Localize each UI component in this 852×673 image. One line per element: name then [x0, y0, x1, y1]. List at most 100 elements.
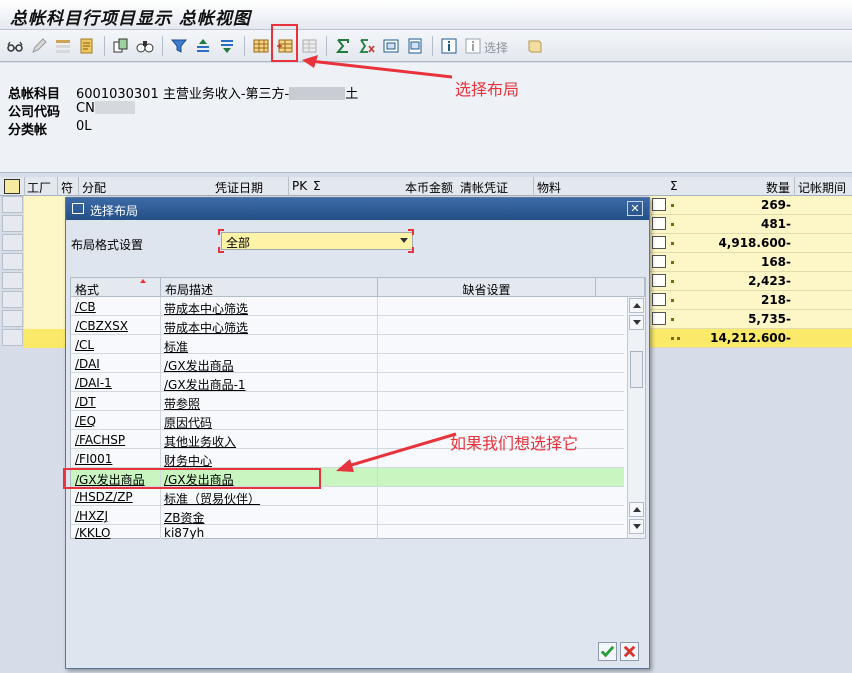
col-assignment[interactable]: 分配 — [82, 179, 106, 196]
table-row[interactable]: /HSDZ/ZP 标准（贸易伙伴） — [71, 487, 624, 506]
row-format[interactable]: /EQ — [75, 414, 96, 428]
row-description[interactable]: 原因代码 — [164, 414, 212, 431]
row-format[interactable]: /DAI-1 — [75, 376, 112, 390]
header-format[interactable]: 格式 — [71, 278, 161, 297]
table-row[interactable]: /DAI-1/GX发出商品-1 — [71, 373, 624, 392]
row-selector[interactable] — [2, 196, 23, 213]
dialog-titlebar[interactable]: 选择布局 ✕ — [66, 198, 649, 220]
row-description[interactable]: 标准 — [164, 338, 188, 355]
list-icon[interactable] — [54, 37, 72, 55]
layout-toggle-icon[interactable] — [4, 179, 20, 194]
row-description[interactable]: 其他业务收入 — [164, 433, 236, 450]
scroll-up-button[interactable] — [629, 298, 644, 313]
print-icon[interactable] — [406, 37, 424, 55]
info-disabled-icon[interactable] — [464, 37, 482, 55]
table-row[interactable]: /DAI/GX发出商品 — [71, 354, 624, 373]
row-description[interactable]: /GX发出商品-1 — [164, 376, 246, 393]
sort-ascending-icon[interactable] — [194, 37, 212, 55]
row-description[interactable]: ZB资金 — [164, 509, 204, 526]
row-format[interactable]: /CL — [75, 338, 94, 352]
confirm-button[interactable] — [598, 642, 617, 661]
row-description[interactable]: 带成本中心筛选 — [164, 319, 248, 336]
row-format[interactable]: /KKLO — [75, 526, 110, 539]
detail-icon[interactable] — [652, 293, 666, 306]
subtotal-icon[interactable] — [358, 37, 376, 55]
export-icon[interactable] — [382, 37, 400, 55]
row-format[interactable]: /DAI — [75, 357, 100, 371]
quantity-row[interactable]: 4,918.600- — [649, 234, 852, 253]
quantity-row[interactable]: 269- — [649, 196, 852, 215]
row-format[interactable]: /HSDZ/ZP — [75, 490, 133, 504]
col-plant[interactable]: 工厂 — [27, 179, 51, 196]
table-row[interactable]: /DT 带参照 — [71, 392, 624, 411]
filter-icon[interactable] — [170, 37, 188, 55]
close-icon[interactable]: ✕ — [627, 201, 643, 216]
row-selector[interactable] — [2, 329, 23, 346]
row-selector[interactable] — [2, 291, 23, 308]
header-default[interactable]: 缺省设置 — [378, 278, 596, 297]
quantity-row[interactable]: 168- — [649, 253, 852, 272]
row-description[interactable]: /GX发出商品 — [164, 357, 234, 374]
scroll-down-button-bottom[interactable] — [629, 519, 644, 534]
col-symbol[interactable]: 符 — [61, 179, 73, 196]
binoculars-icon[interactable] — [136, 37, 154, 55]
scroll-icon[interactable] — [526, 37, 544, 55]
col-quantity[interactable]: 数量 — [766, 179, 790, 196]
scroll-thumb[interactable] — [630, 351, 643, 388]
quantity-row[interactable]: 2,423- — [649, 272, 852, 291]
quantity-row[interactable]: 481- — [649, 215, 852, 234]
row-selector[interactable] — [2, 253, 23, 270]
info-icon[interactable] — [440, 37, 458, 55]
change-layout-icon[interactable] — [252, 37, 270, 55]
col-clearing-doc[interactable]: 清帐凭证 — [460, 179, 508, 196]
detail-icon[interactable] — [652, 198, 666, 211]
table-row[interactable]: /CBZXSX 带成本中心筛选 — [71, 316, 624, 335]
row-description[interactable]: ki87yh — [164, 526, 204, 539]
detail-icon[interactable] — [652, 274, 666, 287]
row-selector[interactable] — [2, 234, 23, 251]
quantity-total-row[interactable]: 14,212.600- — [649, 329, 852, 348]
row-selector[interactable] — [2, 215, 23, 232]
row-format[interactable]: /CB — [75, 300, 96, 314]
vertical-scrollbar[interactable] — [627, 297, 645, 538]
col-pk[interactable]: PK — [292, 179, 307, 193]
col-posting-period[interactable]: 记帐期间 — [798, 179, 846, 196]
save-layout-icon[interactable] — [300, 37, 318, 55]
row-selector[interactable] — [2, 310, 23, 327]
row-description[interactable]: 带参照 — [164, 395, 200, 412]
row-format[interactable]: /FACHSP — [75, 433, 125, 447]
detail-icon[interactable] — [652, 255, 666, 268]
detail-icon[interactable] — [652, 236, 666, 249]
quantity-row[interactable]: 5,735- — [649, 310, 852, 329]
table-row[interactable]: /KKLO ki87yh — [71, 525, 624, 539]
copy-icon[interactable] — [112, 37, 130, 55]
row-selector[interactable] — [2, 272, 23, 289]
col-local-amount[interactable]: 本币金额 — [405, 179, 453, 196]
row-description[interactable]: 带成本中心筛选 — [164, 300, 248, 317]
scroll-up-button-bottom[interactable] — [629, 502, 644, 517]
row-format[interactable]: /DT — [75, 395, 96, 409]
table-row[interactable]: /CB 带成本中心筛选 — [71, 297, 624, 316]
sort-descending-icon[interactable] — [218, 37, 236, 55]
row-format[interactable]: /FI001 — [75, 452, 112, 466]
detail-icon[interactable] — [652, 312, 666, 325]
select-button[interactable]: 选择 — [484, 39, 508, 56]
col-doc-date[interactable]: 凭证日期 — [215, 179, 263, 196]
row-description[interactable]: 财务中心 — [164, 452, 212, 469]
col-material[interactable]: 物料 — [537, 179, 561, 196]
table-row[interactable]: /HXZJ ZB资金 — [71, 506, 624, 525]
document-icon[interactable] — [78, 37, 96, 55]
row-format[interactable]: /CBZXSX — [75, 319, 128, 333]
row-description[interactable]: 标准（贸易伙伴） — [164, 490, 260, 507]
detail-icon[interactable] — [652, 217, 666, 230]
glasses-icon[interactable] — [6, 37, 24, 55]
quantity-row[interactable]: 218- — [649, 291, 852, 310]
pencil-icon[interactable] — [30, 37, 48, 55]
row-format[interactable]: /HXZJ — [75, 509, 108, 523]
layout-setting-dropdown[interactable]: 全部 — [221, 232, 413, 250]
table-row[interactable]: /CL 标准 — [71, 335, 624, 354]
sum-icon[interactable] — [334, 37, 352, 55]
header-description[interactable]: 布局描述 — [161, 278, 378, 297]
scroll-down-button[interactable] — [629, 315, 644, 330]
cancel-button[interactable] — [620, 642, 639, 661]
